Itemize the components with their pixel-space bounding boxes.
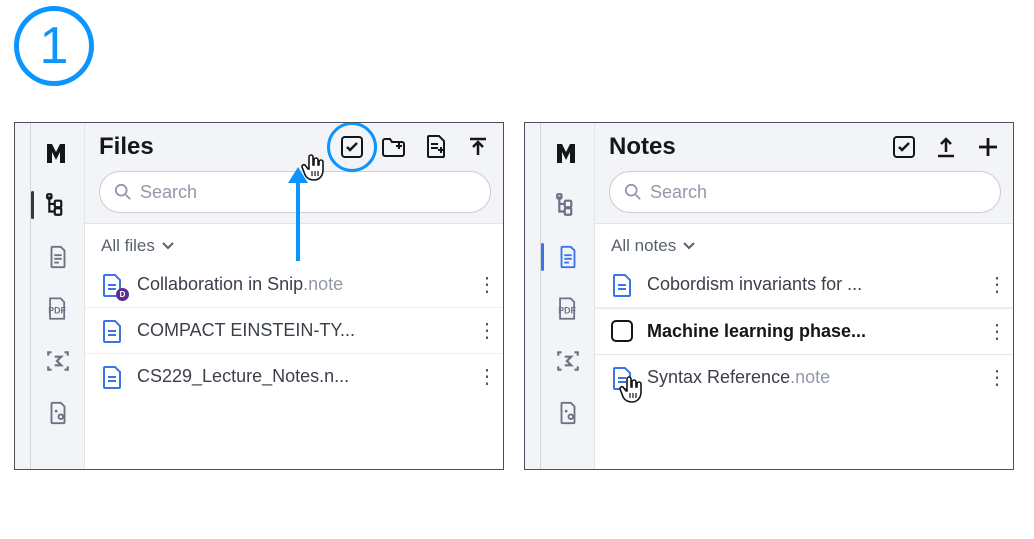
panel-left-gutter <box>15 123 31 469</box>
note-file-icon: D <box>101 273 125 297</box>
upload-button[interactable] <box>465 134 491 160</box>
notes-header: Notes <box>595 123 1013 224</box>
files-list: D Collaboration in Snip.note ⋮ COMPACT E… <box>85 262 503 399</box>
files-panel: PDF Files <box>14 122 504 470</box>
app-logo-icon[interactable] <box>550 135 586 171</box>
shared-badge: D <box>116 288 129 301</box>
chevron-down-icon <box>682 241 696 251</box>
notes-main: Notes <box>595 123 1013 469</box>
note-label: Cobordism invariants for ... <box>647 274 975 295</box>
sidebar-iconbar: PDF <box>541 123 595 469</box>
pdf-icon[interactable]: PDF <box>40 291 76 327</box>
note-label: Syntax Reference.note <box>647 367 975 388</box>
scan-sigma-icon[interactable] <box>40 343 76 379</box>
note-file-icon <box>611 273 635 297</box>
checkbox-icon <box>611 320 633 342</box>
files-main: Files <box>85 123 503 469</box>
file-row[interactable]: COMPACT EINSTEIN-TY... ⋮ <box>85 308 503 354</box>
select-checkbox-icon <box>893 136 915 158</box>
files-filter-dropdown[interactable]: All files <box>85 224 503 262</box>
note-menu-button[interactable]: ⋮ <box>987 319 1007 344</box>
scan-sigma-icon[interactable] <box>550 343 586 379</box>
image-file-icon[interactable] <box>40 395 76 431</box>
files-search-input[interactable] <box>140 182 476 203</box>
sidebar-iconbar: PDF <box>31 123 85 469</box>
image-file-icon[interactable] <box>550 395 586 431</box>
file-menu-button[interactable]: ⋮ <box>477 364 497 389</box>
svg-text:PDF: PDF <box>48 305 66 315</box>
note-menu-button[interactable]: ⋮ <box>987 365 1007 390</box>
note-file-icon <box>101 319 125 343</box>
notes-panel: PDF Notes <box>524 122 1014 470</box>
new-folder-button[interactable] <box>381 134 407 160</box>
tree-view-icon[interactable] <box>550 187 586 223</box>
file-label: Collaboration in Snip.note <box>137 274 465 295</box>
notes-filter-label: All notes <box>611 236 676 256</box>
file-menu-button[interactable]: ⋮ <box>477 272 497 297</box>
file-row[interactable]: CS229_Lecture_Notes.n... ⋮ <box>85 354 503 399</box>
search-icon <box>624 183 642 201</box>
files-search[interactable] <box>99 171 491 213</box>
note-menu-button[interactable]: ⋮ <box>987 272 1007 297</box>
files-title: Files <box>99 133 154 161</box>
select-mode-button[interactable] <box>339 134 365 160</box>
notes-filter-dropdown[interactable]: All notes <box>595 224 1013 262</box>
file-label: COMPACT EINSTEIN-TY... <box>137 320 465 341</box>
pdf-icon[interactable]: PDF <box>550 291 586 327</box>
note-row[interactable]: Machine learning phase... ⋮ <box>595 308 1013 355</box>
files-header: Files <box>85 123 503 224</box>
files-header-top: Files <box>99 133 491 161</box>
panels-container: PDF Files <box>14 122 1020 470</box>
notes-title: Notes <box>609 133 676 161</box>
note-row[interactable]: Cobordism invariants for ... ⋮ <box>595 262 1013 308</box>
svg-text:PDF: PDF <box>558 305 576 315</box>
notes-search-input[interactable] <box>650 182 986 203</box>
note-file-icon <box>101 365 125 389</box>
search-icon <box>114 183 132 201</box>
step-number: 1 <box>40 16 69 76</box>
tree-view-icon[interactable] <box>40 187 76 223</box>
files-header-actions <box>339 134 491 160</box>
file-label: CS229_Lecture_Notes.n... <box>137 366 465 387</box>
notes-header-actions <box>891 134 1001 160</box>
add-button[interactable] <box>975 134 1001 160</box>
app-logo-icon[interactable] <box>40 135 76 171</box>
notes-list: Cobordism invariants for ... ⋮ Machine l… <box>595 262 1013 400</box>
document-icon[interactable] <box>40 239 76 275</box>
step-number-badge: 1 <box>14 6 94 86</box>
chevron-down-icon <box>161 241 175 251</box>
file-menu-button[interactable]: ⋮ <box>477 318 497 343</box>
files-filter-label: All files <box>101 236 155 256</box>
note-label: Machine learning phase... <box>647 321 975 342</box>
select-checkbox[interactable] <box>611 320 635 344</box>
upload-button[interactable] <box>933 134 959 160</box>
panel-left-gutter <box>525 123 541 469</box>
new-file-button[interactable] <box>423 134 449 160</box>
note-row[interactable]: Syntax Reference.note ⋮ <box>595 355 1013 400</box>
document-icon[interactable] <box>550 239 586 275</box>
notes-search[interactable] <box>609 171 1001 213</box>
notes-header-top: Notes <box>609 133 1001 161</box>
select-checkbox-icon <box>341 136 363 158</box>
select-mode-button[interactable] <box>891 134 917 160</box>
note-file-icon <box>611 366 635 390</box>
file-row[interactable]: D Collaboration in Snip.note ⋮ <box>85 262 503 308</box>
